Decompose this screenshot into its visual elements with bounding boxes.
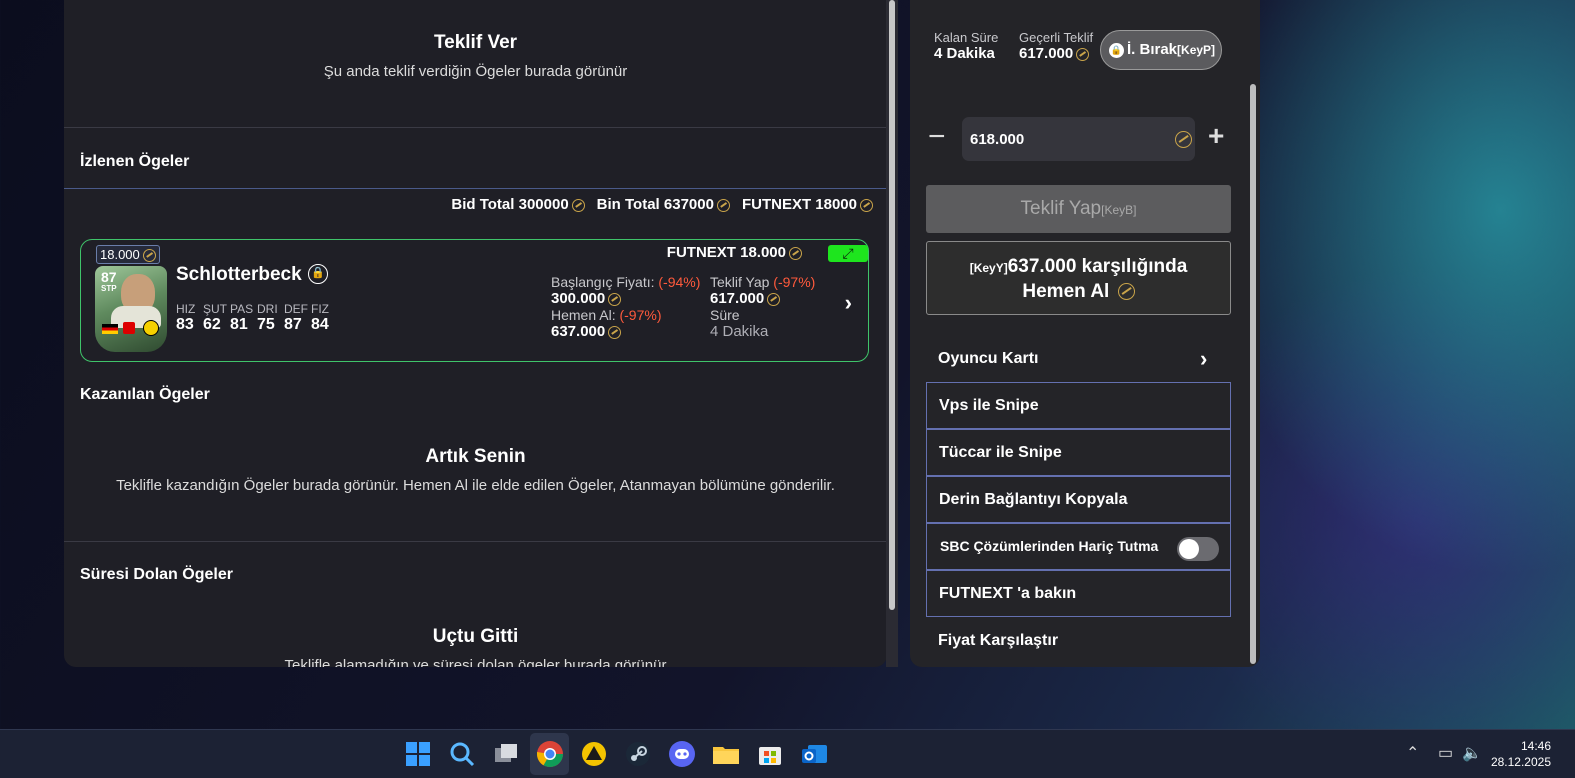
- taskbar: ⌃ ▭ 🔈 14:46 28.12.2025: [0, 729, 1575, 778]
- scrollbar-thumb[interactable]: [889, 0, 895, 610]
- sbc-exclude-label: SBC Çözümlerinden Hariç Tutma: [940, 538, 1159, 554]
- chrome-icon[interactable]: [534, 738, 566, 770]
- bids-subtitle: Şu anda teklif verdiğin Ögeler burada gö…: [323, 63, 628, 80]
- won-subtitle: Teklifle kazandığın Ögeler burada görünü…: [116, 477, 835, 494]
- sbc-exclude-row: SBC Çözümlerinden Hariç Tutma: [926, 523, 1231, 570]
- expired-section: Uçtu Gitti Teklifle alamadığın ve süresi…: [64, 626, 887, 667]
- snipe-trader-button[interactable]: Tüccar ile Snipe: [926, 429, 1231, 476]
- chevron-right-icon[interactable]: ›: [1200, 346, 1207, 372]
- divider: [64, 541, 887, 542]
- bid-block: Teklif Yap (-97%) 617.000 Süre 4 Dakika: [710, 274, 816, 340]
- bids-title: Teklif Ver: [433, 32, 518, 53]
- player-name: Schlotterbeck: [176, 264, 302, 285]
- coin-icon: [716, 198, 730, 212]
- nation-flag-icon: [102, 324, 118, 334]
- chevron-right-icon[interactable]: ›: [845, 290, 852, 316]
- coin-icon: [1117, 283, 1135, 301]
- file-explorer-icon[interactable]: [710, 738, 742, 770]
- steam-icon[interactable]: [622, 738, 654, 770]
- watched-item-card[interactable]: 18.000 87 STP Schlotterbeck 🔒 HIZ 83 ŞUT 6…: [80, 239, 869, 362]
- divider: [64, 127, 887, 128]
- player-card-link[interactable]: Oyuncu Kartı: [938, 350, 1038, 368]
- search-icon[interactable]: [446, 738, 478, 770]
- price-chip: 18.000: [96, 245, 160, 264]
- futnext-price: FUTNEXT 18.000: [667, 244, 802, 261]
- bid-total: Bid Total 300000: [451, 196, 585, 213]
- transfer-list-panel: Teklif Ver Şu anda teklif verdiğin Ögele…: [64, 0, 887, 667]
- club-badge-icon: [143, 320, 159, 336]
- expired-subtitle: Teklifle alamadığın ve süresi dolan ögel…: [284, 657, 667, 667]
- windows-icon[interactable]: [402, 738, 434, 770]
- bid-amount-input[interactable]: [962, 117, 1195, 161]
- decrease-bid-button[interactable]: −: [928, 120, 946, 154]
- clock-date: 28.12.2025: [1490, 755, 1551, 769]
- snipe-vps-button[interactable]: Vps ile Snipe: [926, 382, 1231, 429]
- stat-def: DEF 87: [284, 302, 308, 333]
- player-rating: 87: [101, 269, 117, 285]
- coin-icon: [767, 292, 781, 306]
- coin-icon: [608, 292, 622, 306]
- clock-time: 14:46: [1520, 739, 1551, 753]
- system-clock[interactable]: 14:46 28.12.2025: [1491, 738, 1551, 770]
- player-stats: HIZ 83 ŞUT 62 PAS 81 DRI 75 DEF 87 FIZ 84: [176, 302, 338, 334]
- outlook-icon[interactable]: [798, 738, 830, 770]
- coin-icon: [789, 246, 802, 260]
- coin-icon: [608, 325, 622, 339]
- compare-price-link[interactable]: Fiyat Karşılaştır: [938, 632, 1058, 650]
- item-action-panel: Kalan Süre 4 Dakika Geçerli Teklif 617.0…: [910, 0, 1260, 667]
- futnext-total: FUTNEXT 18000: [742, 196, 873, 213]
- sbc-exclude-toggle[interactable]: [1177, 537, 1219, 561]
- bin-total: Bin Total 637000: [597, 196, 730, 213]
- remaining-time: Kalan Süre 4 Dakika: [934, 30, 999, 62]
- stat-pas: PAS 81: [230, 302, 254, 333]
- divider: [64, 188, 887, 189]
- store-icon[interactable]: [754, 738, 786, 770]
- coin-icon: [1175, 131, 1192, 148]
- buy-now-button[interactable]: [KeyY]637.000 karşılığında Hemen Al: [926, 241, 1231, 315]
- stat-hiz: HIZ 83: [176, 302, 196, 333]
- stat-sut: ŞUT 62: [203, 302, 227, 333]
- won-title: Artık Senin: [425, 446, 526, 467]
- make-bid-button[interactable]: Teklif Yap[KeyB]: [926, 185, 1231, 233]
- league-icon: [123, 322, 135, 334]
- player-position: STP: [101, 284, 117, 293]
- futnext-lookup-button[interactable]: FUTNEXT 'a bakın: [926, 570, 1231, 617]
- right-scrollbar[interactable]: [1248, 0, 1258, 667]
- left-scrollbar[interactable]: [886, 0, 898, 667]
- coin-icon: [142, 249, 156, 263]
- task-view-icon[interactable]: [490, 738, 522, 770]
- volume-icon[interactable]: 🔈: [1462, 743, 1482, 763]
- lock-icon: 🔒: [1109, 42, 1124, 58]
- expired-title: Uçtu Gitti: [432, 626, 519, 647]
- watched-header: İzlenen Ögeler: [80, 153, 190, 170]
- bids-section: Teklif Ver Şu anda teklif verdiğin Ögele…: [64, 32, 887, 80]
- expired-header: Süresi Dolan Ögeler: [80, 566, 233, 583]
- stat-fiz: FIZ 84: [311, 302, 329, 333]
- increase-bid-button[interactable]: +: [1208, 120, 1224, 152]
- release-button[interactable]: 🔒 İ. Bırak[KeyP]: [1100, 30, 1222, 70]
- player-card-image: 87 STP: [95, 266, 167, 352]
- coin-icon: [860, 198, 873, 212]
- current-bid: Geçerli Teklif 617.000: [1019, 30, 1094, 62]
- coin-icon: [1076, 47, 1090, 61]
- won-header: Kazanılan Ögeler: [80, 386, 210, 403]
- chevron-up-icon[interactable]: ⌃: [1406, 743, 1419, 763]
- stat-dri: DRI 75: [257, 302, 278, 333]
- scrollbar-thumb[interactable]: [1250, 84, 1256, 664]
- start-price-block: Başlangıç Fiyatı: (-94%) 300.000 Hemen A…: [551, 274, 701, 340]
- discord-icon[interactable]: [666, 738, 698, 770]
- untradeable-lock-icon: 🔒: [308, 264, 328, 284]
- copy-deeplink-button[interactable]: Derin Bağlantıyı Kopyala: [926, 476, 1231, 523]
- expand-button[interactable]: ⤢: [828, 245, 868, 262]
- won-section: Artık Senin Teklifle kazandığın Ögeler b…: [64, 446, 887, 494]
- app-icon[interactable]: [578, 738, 610, 770]
- totals-bar: Bid Total 300000 Bin Total 637000 FUTNEX…: [451, 196, 873, 213]
- network-icon[interactable]: ▭: [1438, 743, 1453, 763]
- coin-icon: [571, 198, 585, 212]
